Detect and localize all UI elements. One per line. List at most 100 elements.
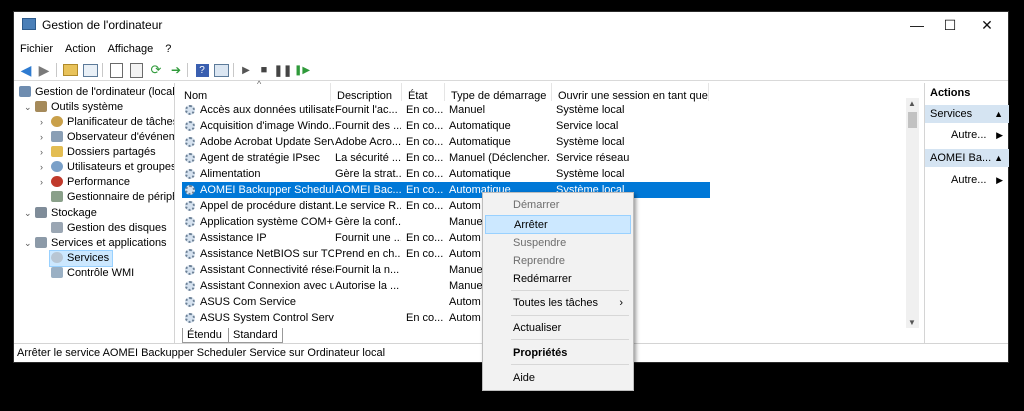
restart-icon[interactable]: ❚▶ <box>294 62 310 78</box>
ctx-pause[interactable]: Suspendre <box>485 234 631 253</box>
column-header-logon[interactable]: Ouvrir une session en tant que <box>552 83 709 102</box>
table-cell: En co... <box>406 232 444 244</box>
help-icon[interactable]: ? <box>194 62 210 78</box>
table-row[interactable]: Alimentation Gère la strat... En co... Auto… <box>182 166 710 182</box>
folder-up-icon[interactable] <box>62 62 78 78</box>
clock-icon <box>51 116 63 127</box>
forward-icon[interactable]: ▶ <box>36 62 52 78</box>
ctx-refresh[interactable]: Actualiser <box>485 319 631 338</box>
ctx-help[interactable]: Aide <box>485 369 631 388</box>
table-cell: Système local <box>556 168 625 180</box>
table-row[interactable]: Adobe Acrobat Update Serv... Adobe Acro..… <box>182 134 710 150</box>
gear-icon <box>185 201 195 211</box>
refresh-icon[interactable]: ⟳ <box>148 62 164 78</box>
gear-icon <box>185 249 195 259</box>
table-cell: Automatique <box>449 168 511 180</box>
gear-icon <box>185 105 195 115</box>
table-cell: Alimentation <box>200 168 261 180</box>
tree-storage[interactable]: ⌄ Stockage <box>24 206 97 221</box>
folder-icon <box>51 146 63 157</box>
actions-more-aomei[interactable]: Autre... ▶ <box>925 171 1009 189</box>
collapse-icon[interactable]: ▲ <box>994 105 1003 123</box>
table-cell: Gère la conf... <box>335 216 401 228</box>
show-hide-icon[interactable] <box>213 62 229 78</box>
console-tree-icon[interactable] <box>82 62 98 78</box>
gear-icon <box>185 137 195 147</box>
pause-icon[interactable]: ❚❚ <box>274 62 292 78</box>
menu-help[interactable]: ? <box>159 40 177 58</box>
tree-services-apps[interactable]: ⌄ Services et applications <box>24 236 167 251</box>
table-cell: En co... <box>406 104 444 116</box>
services-apps-icon <box>35 237 47 248</box>
ctx-start[interactable]: Démarrer <box>485 196 631 215</box>
tree-item-disk-management[interactable]: Gestion des disques <box>51 221 167 236</box>
storage-icon <box>35 207 47 218</box>
tree-item-wmi[interactable]: Contrôle WMI <box>51 266 134 281</box>
menu-fichier[interactable]: Fichier <box>14 40 59 58</box>
scroll-up-icon[interactable]: ▲ <box>908 99 916 108</box>
tab-extended[interactable]: Étendu <box>182 328 230 343</box>
tree-item-task-scheduler[interactable]: › Planificateur de tâches <box>40 115 174 130</box>
menu-affichage[interactable]: Affichage <box>102 40 160 58</box>
table-cell: Manuel <box>449 104 486 116</box>
table-row[interactable]: Agent de stratégie IPsec La sécurité ... E… <box>182 150 710 166</box>
export-icon[interactable]: ➔ <box>168 62 184 78</box>
submenu-arrow-icon: ▶ <box>996 175 1003 185</box>
tree-root[interactable]: Gestion de l'ordinateur (local) <box>19 85 174 100</box>
properties-icon[interactable] <box>108 62 124 78</box>
close-button[interactable]: ✕ <box>964 12 1010 38</box>
tree-item-device-manager[interactable]: Gestionnaire de périphé <box>51 190 174 205</box>
stop-icon[interactable]: ■ <box>256 62 272 78</box>
tree-item-performance[interactable]: › Performance <box>40 175 130 190</box>
play-icon[interactable]: ▶ <box>238 62 254 78</box>
export-list-icon[interactable] <box>128 62 144 78</box>
actions-section-aomei[interactable]: AOMEI Ba... ▲ <box>925 149 1009 167</box>
tree-item-event-viewer[interactable]: › Observateur d'événeme <box>40 130 174 145</box>
column-header-state[interactable]: État <box>402 83 445 102</box>
column-header-startup-type[interactable]: Type de démarrage <box>445 83 552 102</box>
tree-item-services[interactable]: Services <box>49 250 114 267</box>
actions-more-services[interactable]: Autre... ▶ <box>925 126 1009 144</box>
ctx-stop[interactable]: Arrêter <box>485 215 631 234</box>
table-cell: En co... <box>406 184 444 196</box>
collapse-icon[interactable]: ⌄ <box>24 100 32 115</box>
expand-icon[interactable]: › <box>40 160 43 175</box>
table-cell: ASUS Com Service <box>200 296 296 308</box>
gear-icon <box>185 281 195 291</box>
table-cell: AOMEI Backupper Schedule... <box>200 184 334 196</box>
expand-icon[interactable]: › <box>40 115 43 130</box>
ctx-resume[interactable]: Reprendre <box>485 252 631 271</box>
table-cell: En co... <box>406 200 444 212</box>
expand-icon[interactable]: › <box>40 130 43 145</box>
collapse-icon[interactable]: ⌄ <box>24 236 32 251</box>
actions-section-services[interactable]: Services ▲ <box>925 105 1009 123</box>
scroll-down-icon[interactable]: ▼ <box>908 318 916 327</box>
tree-item-shared-folders[interactable]: › Dossiers partagés <box>40 145 156 160</box>
tab-standard[interactable]: Standard <box>228 328 283 343</box>
collapse-icon[interactable]: ⌄ <box>24 206 32 221</box>
table-cell: AOMEI Bac... <box>335 184 401 196</box>
tree-system-tools[interactable]: ⌄ Outils système <box>24 100 123 115</box>
expand-icon[interactable]: › <box>40 145 43 160</box>
gear-icon <box>185 297 195 307</box>
ctx-properties[interactable]: Propriétés <box>485 344 631 363</box>
table-row[interactable]: Accès aux données utilisate... Fournit l'… <box>182 102 710 118</box>
vertical-scrollbar[interactable]: ▲ ▼ <box>906 98 919 328</box>
ctx-all-tasks[interactable]: Toutes les tâches › <box>485 294 631 313</box>
table-cell: Fournit des ... <box>335 120 401 132</box>
gear-icon <box>185 233 195 243</box>
scrollbar-thumb[interactable] <box>908 112 917 128</box>
gear-icon <box>185 185 195 195</box>
column-header-name[interactable]: Nom <box>178 83 331 102</box>
ctx-restart[interactable]: Redémarrer <box>485 270 631 289</box>
table-row[interactable]: Acquisition d'image Windo... Fournit des … <box>182 118 710 134</box>
collapse-icon[interactable]: ▲ <box>994 149 1003 167</box>
back-icon[interactable]: ◀ <box>18 62 34 78</box>
tree-item-users-groups[interactable]: › Utilisateurs et groupes l <box>40 160 174 175</box>
table-cell: ASUS System Control Service <box>200 312 334 324</box>
tools-icon <box>35 101 47 112</box>
menu-action[interactable]: Action <box>59 40 102 58</box>
expand-icon[interactable]: › <box>40 175 43 190</box>
table-cell: Fournit l'ac... <box>335 104 398 116</box>
column-header-description[interactable]: Description <box>331 83 402 102</box>
